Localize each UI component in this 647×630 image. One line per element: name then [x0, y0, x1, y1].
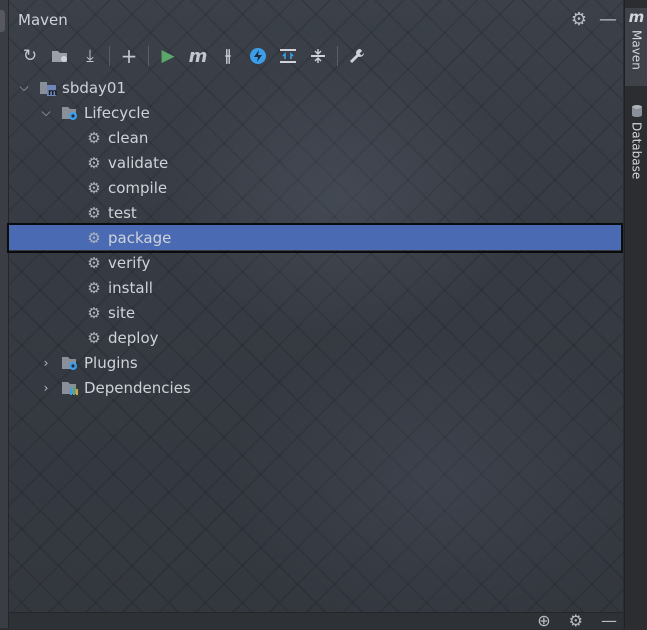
chevron-right-icon[interactable]: ›: [39, 356, 53, 370]
lifecycle-goal-test[interactable]: ⚙ test: [9, 200, 623, 225]
goal-label: compile: [108, 178, 168, 197]
database-side-tab-label: Database: [629, 122, 644, 180]
crosshair-icon[interactable]: ⊕: [537, 613, 550, 629]
dependencies-label: Dependencies: [84, 378, 191, 397]
gear-icon[interactable]: ⚙: [571, 10, 587, 30]
lifecycle-goal-install[interactable]: ⚙ install: [9, 275, 623, 300]
left-strip-handle[interactable]: [0, 10, 5, 32]
gear-icon: ⚙: [87, 178, 101, 197]
tool-window-title: Maven: [18, 11, 68, 29]
tree-node-dependencies[interactable]: › Dependencies: [9, 375, 623, 400]
gear-icon: ⚙: [87, 253, 101, 272]
database-icon: [631, 105, 642, 117]
goal-label: clean: [108, 128, 149, 147]
lifecycle-goal-site[interactable]: ⚙ site: [9, 300, 623, 325]
gear-icon: ⚙: [87, 153, 101, 172]
offline-mode-icon[interactable]: ⫲: [213, 42, 243, 70]
gear-icon: ⚙: [87, 278, 101, 297]
maven-tool-window: Maven ⚙ — ↻ ⤓ + ▶ m ⫲ ⌵ m sbday01 ⌵ Life…: [7, 0, 623, 628]
lifecycle-label: Lifecycle: [84, 103, 150, 122]
toolbar-separator: [109, 46, 110, 66]
chevron-down-icon[interactable]: ⌵: [39, 105, 53, 120]
chevron-down-icon[interactable]: ⌵: [17, 80, 31, 95]
selection-outline: [7, 223, 623, 253]
plugins-label: Plugins: [84, 353, 138, 372]
maven-side-tab-label: Maven: [629, 30, 644, 70]
maven-project-icon: m: [39, 79, 57, 97]
minimize-icon[interactable]: —: [601, 613, 617, 629]
svg-text:m: m: [48, 88, 57, 97]
tree-node-lifecycle[interactable]: ⌵ Lifecycle: [9, 100, 623, 125]
tree-node-plugins[interactable]: › Plugins: [9, 350, 623, 375]
lifecycle-folder-icon: [61, 104, 79, 122]
run-icon[interactable]: ▶: [153, 42, 183, 70]
generate-sources-icon[interactable]: [45, 42, 75, 70]
download-icon[interactable]: ⤓: [75, 42, 105, 70]
bottom-toolbar: ⊕ ⚙ —: [9, 612, 623, 629]
lifecycle-goal-deploy[interactable]: ⚙ deploy: [9, 325, 623, 350]
gear-icon: ⚙: [87, 203, 101, 222]
tool-window-header: Maven ⚙ —: [9, 0, 623, 40]
dependencies-folder-icon: [61, 379, 79, 397]
add-icon[interactable]: +: [114, 42, 144, 70]
lifecycle-goal-validate[interactable]: ⚙ validate: [9, 150, 623, 175]
execute-goal-icon[interactable]: m: [183, 42, 213, 70]
goal-label: validate: [108, 153, 169, 172]
toolbar-separator: [148, 46, 149, 66]
gear-icon: ⚙: [87, 128, 101, 147]
project-label: sbday01: [62, 78, 127, 97]
goal-label: site: [108, 303, 136, 322]
lifecycle-goal-clean[interactable]: ⚙ clean: [9, 125, 623, 150]
minimize-icon[interactable]: —: [599, 10, 617, 30]
wrench-icon[interactable]: [342, 42, 372, 70]
right-tool-strip: m Maven Database: [624, 0, 647, 628]
plugins-folder-icon: [61, 354, 79, 372]
gear-icon: ⚙: [87, 303, 101, 322]
lifecycle-goal-verify[interactable]: ⚙ verify: [9, 250, 623, 275]
lifecycle-goal-compile[interactable]: ⚙ compile: [9, 175, 623, 200]
chevron-right-icon[interactable]: ›: [39, 381, 53, 395]
goal-label: test: [108, 203, 137, 222]
reload-icon[interactable]: ↻: [15, 42, 45, 70]
skip-tests-icon[interactable]: [243, 42, 273, 70]
maven-toolbar: ↻ ⤓ + ▶ m ⫲: [15, 42, 372, 70]
tree-node-project[interactable]: ⌵ m sbday01: [9, 75, 623, 100]
goal-label: install: [108, 278, 153, 297]
show-dependencies-icon[interactable]: [273, 42, 303, 70]
gear-icon: ⚙: [87, 328, 101, 347]
maven-icon: m: [628, 8, 645, 26]
goal-label: verify: [108, 253, 151, 272]
goal-label: deploy: [108, 328, 159, 347]
toolbar-separator: [337, 46, 338, 66]
left-tool-strip: [0, 0, 9, 628]
database-side-tab[interactable]: Database: [625, 104, 647, 190]
gear-icon[interactable]: ⚙: [569, 613, 583, 629]
maven-side-tab[interactable]: m Maven: [625, 8, 647, 86]
collapse-all-icon[interactable]: [303, 42, 333, 70]
